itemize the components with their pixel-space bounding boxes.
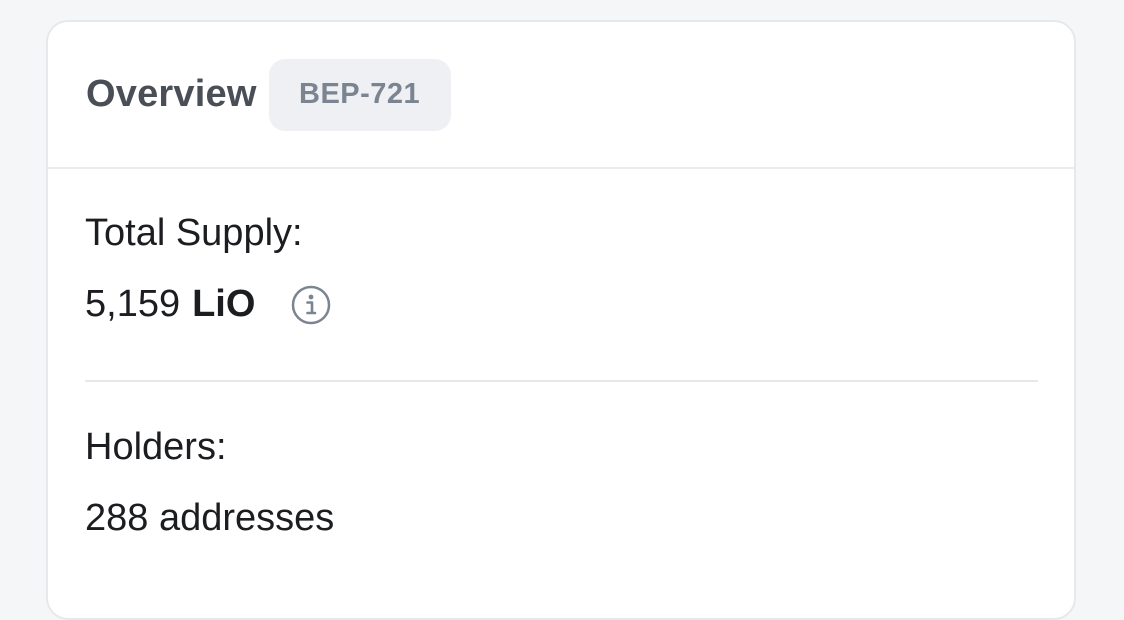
token-symbol: LiO <box>192 283 256 325</box>
holders-value: 288 addresses <box>85 497 335 539</box>
total-supply-value: 5,159 LiO <box>85 283 1038 326</box>
total-supply-section: Total Supply: 5,159 LiO <box>85 212 1038 326</box>
info-icon[interactable] <box>291 285 331 325</box>
holders-section: Holders: 288 addresses <box>85 426 1038 540</box>
overview-card: Overview BEP-721 Total Supply: 5,159 LiO… <box>46 20 1076 620</box>
token-standard-badge: BEP-721 <box>268 58 451 131</box>
section-divider <box>85 380 1038 382</box>
card-header: Overview BEP-721 <box>48 22 1074 169</box>
total-supply-label: Total Supply: <box>85 212 303 254</box>
total-supply-amount: 5,159 <box>85 283 181 325</box>
card-title: Overview <box>86 73 257 115</box>
holders-label: Holders: <box>85 426 227 468</box>
